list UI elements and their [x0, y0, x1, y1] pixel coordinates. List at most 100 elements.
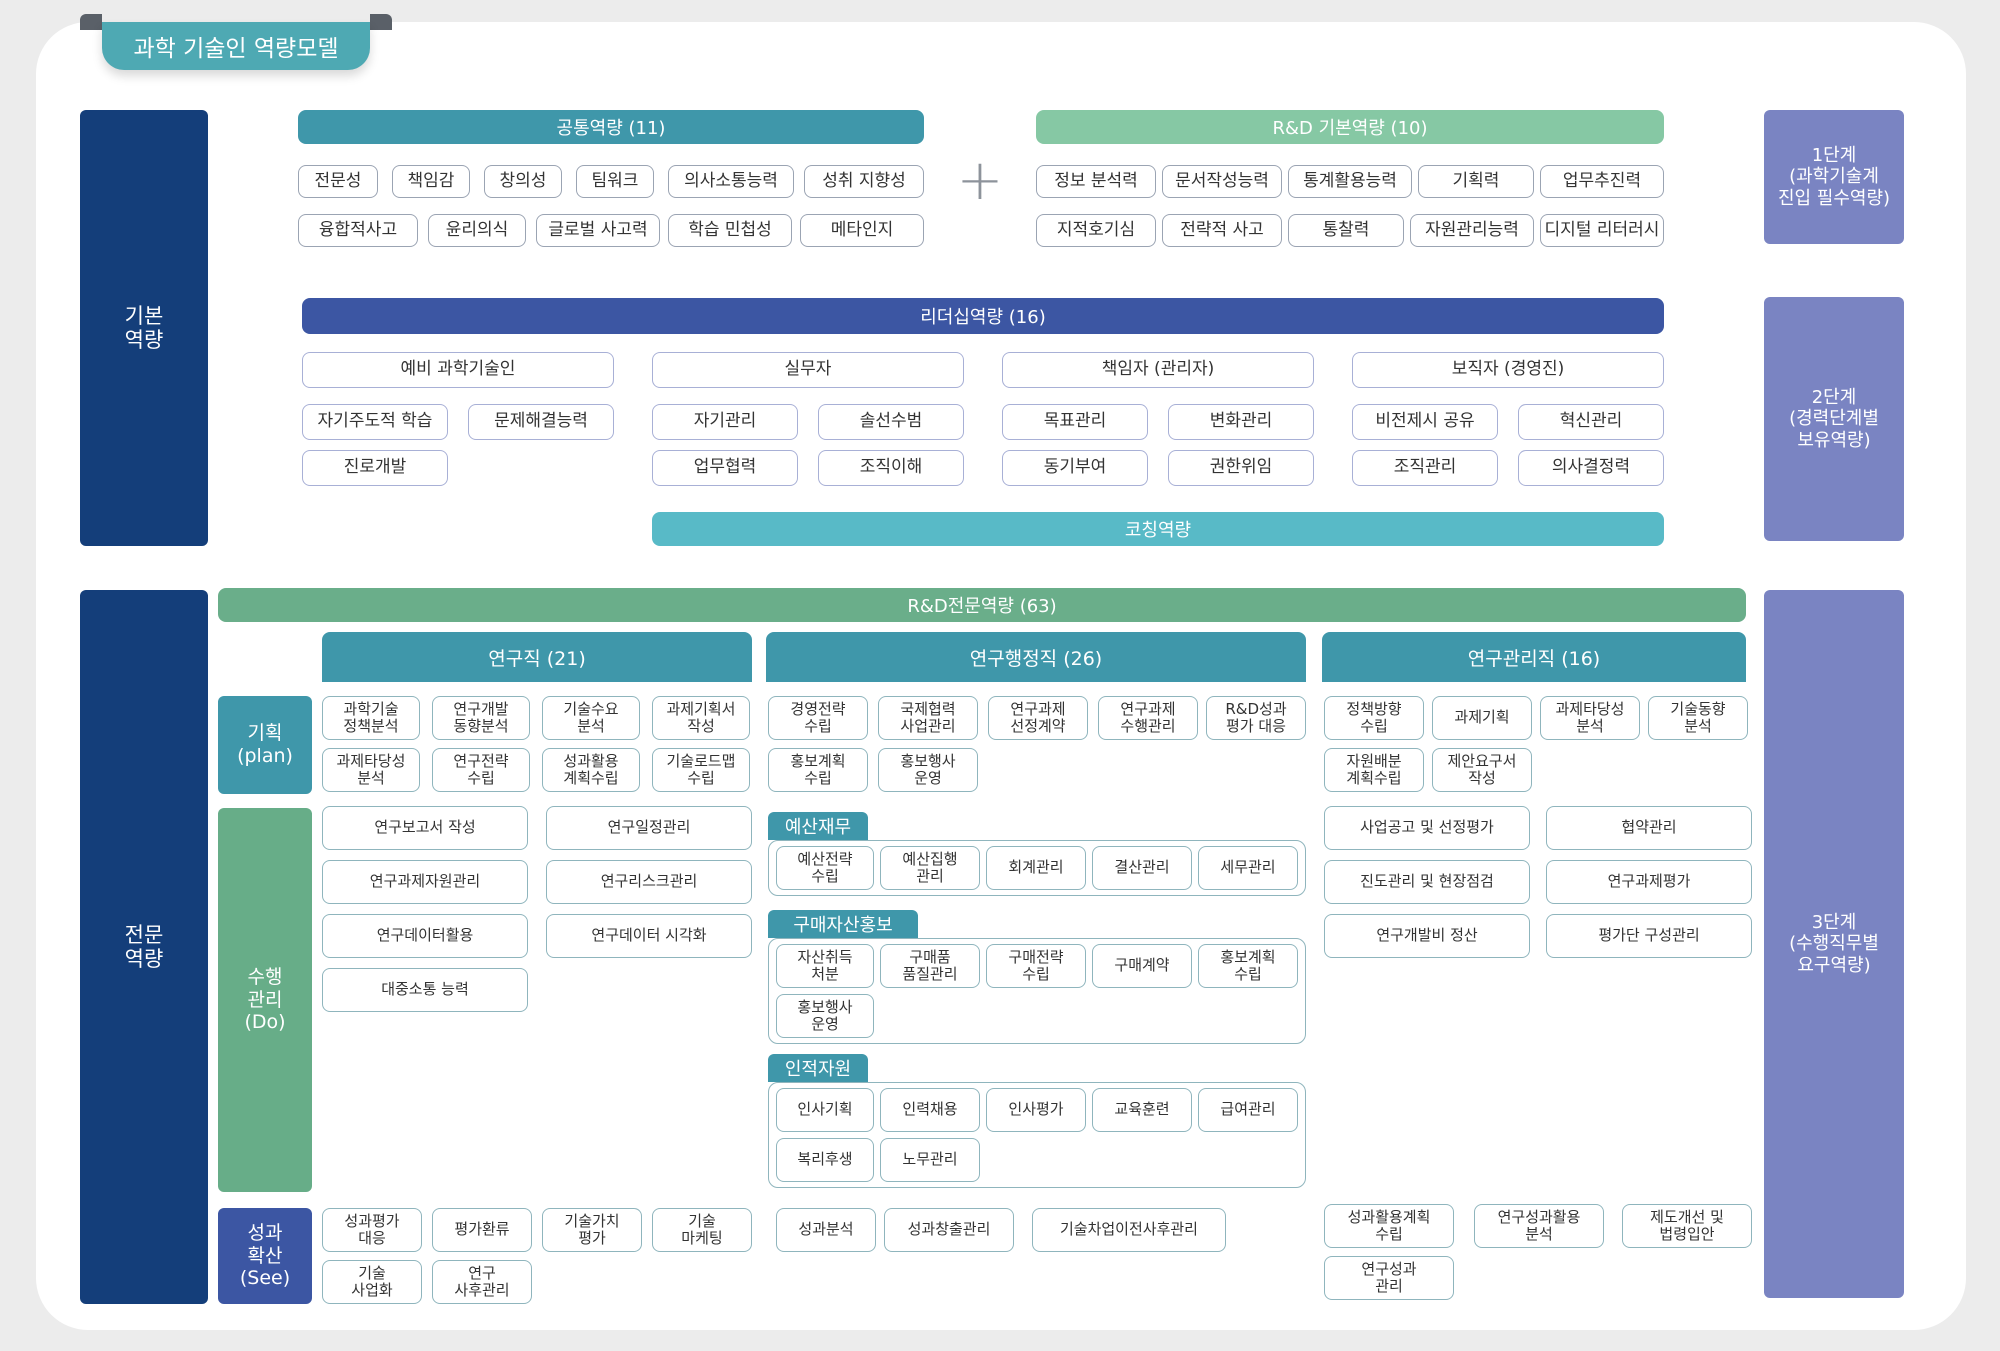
admin-see-item: 성과창출관리: [884, 1208, 1014, 1252]
stage-3-label: 3단계 (수행직무별 요구역량): [1764, 590, 1904, 1298]
leadership-item: 변화관리: [1168, 404, 1314, 440]
researcher-plan-item: 기술수요 분석: [542, 696, 640, 740]
expert-competency-label: 전문 역량: [80, 590, 208, 1304]
purchase-item: 구매전략 수립: [986, 944, 1086, 988]
leadership-item: 자기관리: [652, 404, 798, 440]
mgmt-plan-item: 과제타당성 분석: [1540, 696, 1640, 740]
mgmt-see-item: 제도개선 및 법령입안: [1622, 1204, 1752, 1248]
leadership-item: 진로개발: [302, 450, 448, 486]
mgmt-see-item: 연구성과 관리: [1324, 1256, 1454, 1300]
rnd-basic-header: R&D 기본역량 (10): [1036, 110, 1664, 144]
admin-plan-item: 홍보계획 수립: [768, 748, 868, 792]
researcher-do-item: 연구데이터 시각화: [546, 914, 752, 958]
leadership-item: 자기주도적 학습: [302, 404, 448, 440]
common-item: 의사소통능력: [668, 165, 794, 198]
mgmt-plan-item: 기술동향 분석: [1648, 696, 1748, 740]
common-item: 학습 민첩성: [668, 214, 792, 247]
researcher-see-item: 평가환류: [432, 1208, 532, 1252]
rnd-basic-item: 업무추진력: [1540, 165, 1664, 198]
hr-item: 복리후생: [776, 1138, 874, 1182]
mgmt-plan-item: 과제기획: [1432, 696, 1532, 740]
researcher-do-item: 연구보고서 작성: [322, 806, 528, 850]
common-item: 윤리의식: [428, 214, 526, 247]
rnd-expert-header: R&D전문역량 (63): [218, 588, 1746, 622]
leadership-item: 동기부여: [1002, 450, 1148, 486]
mgmt-do-item: 연구과제평가: [1546, 860, 1752, 904]
purchase-item: 홍보계획 수립: [1198, 944, 1298, 988]
phase-see: 성과 확산 (See): [218, 1208, 312, 1304]
rnd-basic-item: 디지털 리터러시: [1540, 214, 1664, 247]
mgmt-plan-item: 제안요구서 작성: [1432, 748, 1532, 792]
ribbon-fold-left: [80, 14, 102, 30]
researcher-plan-item: 성과활용 계획수립: [542, 748, 640, 792]
budget-item: 예산전략 수립: [776, 846, 874, 890]
phase-plan: 기획 (plan): [218, 696, 312, 794]
admin-plan-item: 홍보행사 운영: [878, 748, 978, 792]
common-item: 글로벌 사고력: [536, 214, 660, 247]
leadership-item: 의사결정력: [1518, 450, 1664, 486]
common-item: 융합적사고: [298, 214, 418, 247]
leadership-group-title: 책임자 (관리자): [1002, 352, 1314, 388]
leadership-group-title: 실무자: [652, 352, 964, 388]
budget-group-label: 예산재무: [768, 812, 868, 840]
mgmt-do-item: 협약관리: [1546, 806, 1752, 850]
hr-item: 인사평가: [986, 1088, 1086, 1132]
phase-do: 수행 관리 (Do): [218, 808, 312, 1192]
rnd-basic-item: 전략적 사고: [1162, 214, 1282, 247]
mgmt-plan-item: 자원배분 계획수립: [1324, 748, 1424, 792]
admin-plan-item: 경영전략 수립: [768, 696, 868, 740]
tab-research-admin: 연구행정직 (26): [766, 632, 1306, 682]
researcher-do-item: 연구리스크관리: [546, 860, 752, 904]
leadership-item: 조직관리: [1352, 450, 1498, 486]
mgmt-see-item: 연구성과활용 분석: [1474, 1204, 1604, 1248]
budget-item: 예산집행 관리: [880, 846, 980, 890]
researcher-plan-item: 연구개발 동향분석: [432, 696, 530, 740]
researcher-plan-item: 기술로드맵 수립: [652, 748, 750, 792]
purchase-item: 구매계약: [1092, 944, 1192, 988]
common-item: 팀워크: [576, 165, 654, 198]
common-item: 메타인지: [800, 214, 924, 247]
researcher-plan-item: 과제기획서 작성: [652, 696, 750, 740]
admin-plan-item: 연구과제 선정계약: [988, 696, 1088, 740]
researcher-see-item: 기술가치 평가: [542, 1208, 642, 1252]
rnd-basic-item: 정보 분석력: [1036, 165, 1156, 198]
researcher-plan-item: 과제타당성 분석: [322, 748, 420, 792]
mgmt-do-item: 평가단 구성관리: [1546, 914, 1752, 958]
purchase-item: 구매품 품질관리: [880, 944, 980, 988]
leadership-item: 권한위임: [1168, 450, 1314, 486]
hr-item: 노무관리: [880, 1138, 980, 1182]
rnd-basic-item: 자원관리능력: [1410, 214, 1534, 247]
rnd-basic-item: 통계활용능력: [1288, 165, 1412, 198]
stage-2-label: 2단계 (경력단계별 보유역량): [1764, 297, 1904, 541]
budget-item: 결산관리: [1092, 846, 1192, 890]
leadership-item: 조직이해: [818, 450, 964, 486]
common-competency-header: 공통역량 (11): [298, 110, 924, 144]
researcher-do-item: 대중소통 능력: [322, 968, 528, 1012]
leadership-item: 솔선수범: [818, 404, 964, 440]
leadership-item: 비전제시 공유: [1352, 404, 1498, 440]
mgmt-do-item: 진도관리 및 현장점검: [1324, 860, 1530, 904]
ribbon-fold-right: [370, 14, 392, 30]
researcher-see-item: 연구 사후관리: [432, 1260, 532, 1304]
researcher-see-item: 기술 사업화: [322, 1260, 422, 1304]
researcher-plan-item: 연구전략 수립: [432, 748, 530, 792]
admin-plan-item: 국제협력 사업관리: [878, 696, 978, 740]
admin-plan-item: 연구과제 수행관리: [1098, 696, 1198, 740]
mgmt-do-item: 사업공고 및 선정평가: [1324, 806, 1530, 850]
tab-researcher: 연구직 (21): [322, 632, 752, 682]
leadership-item: 문제해결능력: [468, 404, 614, 440]
admin-plan-item: R&D성과 평가 대응: [1206, 696, 1306, 740]
admin-see-item: 성과분석: [776, 1208, 876, 1252]
hr-item: 인사기획: [776, 1088, 874, 1132]
hr-item: 인력채용: [880, 1088, 980, 1132]
researcher-do-item: 연구일정관리: [546, 806, 752, 850]
leadership-item: 업무협력: [652, 450, 798, 486]
mgmt-plan-item: 정책방향 수립: [1324, 696, 1424, 740]
basic-competency-label: 기본 역량: [80, 110, 208, 546]
admin-see-item: 기술차업이전사후관리: [1032, 1208, 1226, 1252]
rnd-basic-item: 지적호기심: [1036, 214, 1156, 247]
hr-item: 급여관리: [1198, 1088, 1298, 1132]
budget-item: 세무관리: [1198, 846, 1298, 890]
mgmt-do-item: 연구개발비 정산: [1324, 914, 1530, 958]
rnd-basic-item: 문서작성능력: [1162, 165, 1282, 198]
